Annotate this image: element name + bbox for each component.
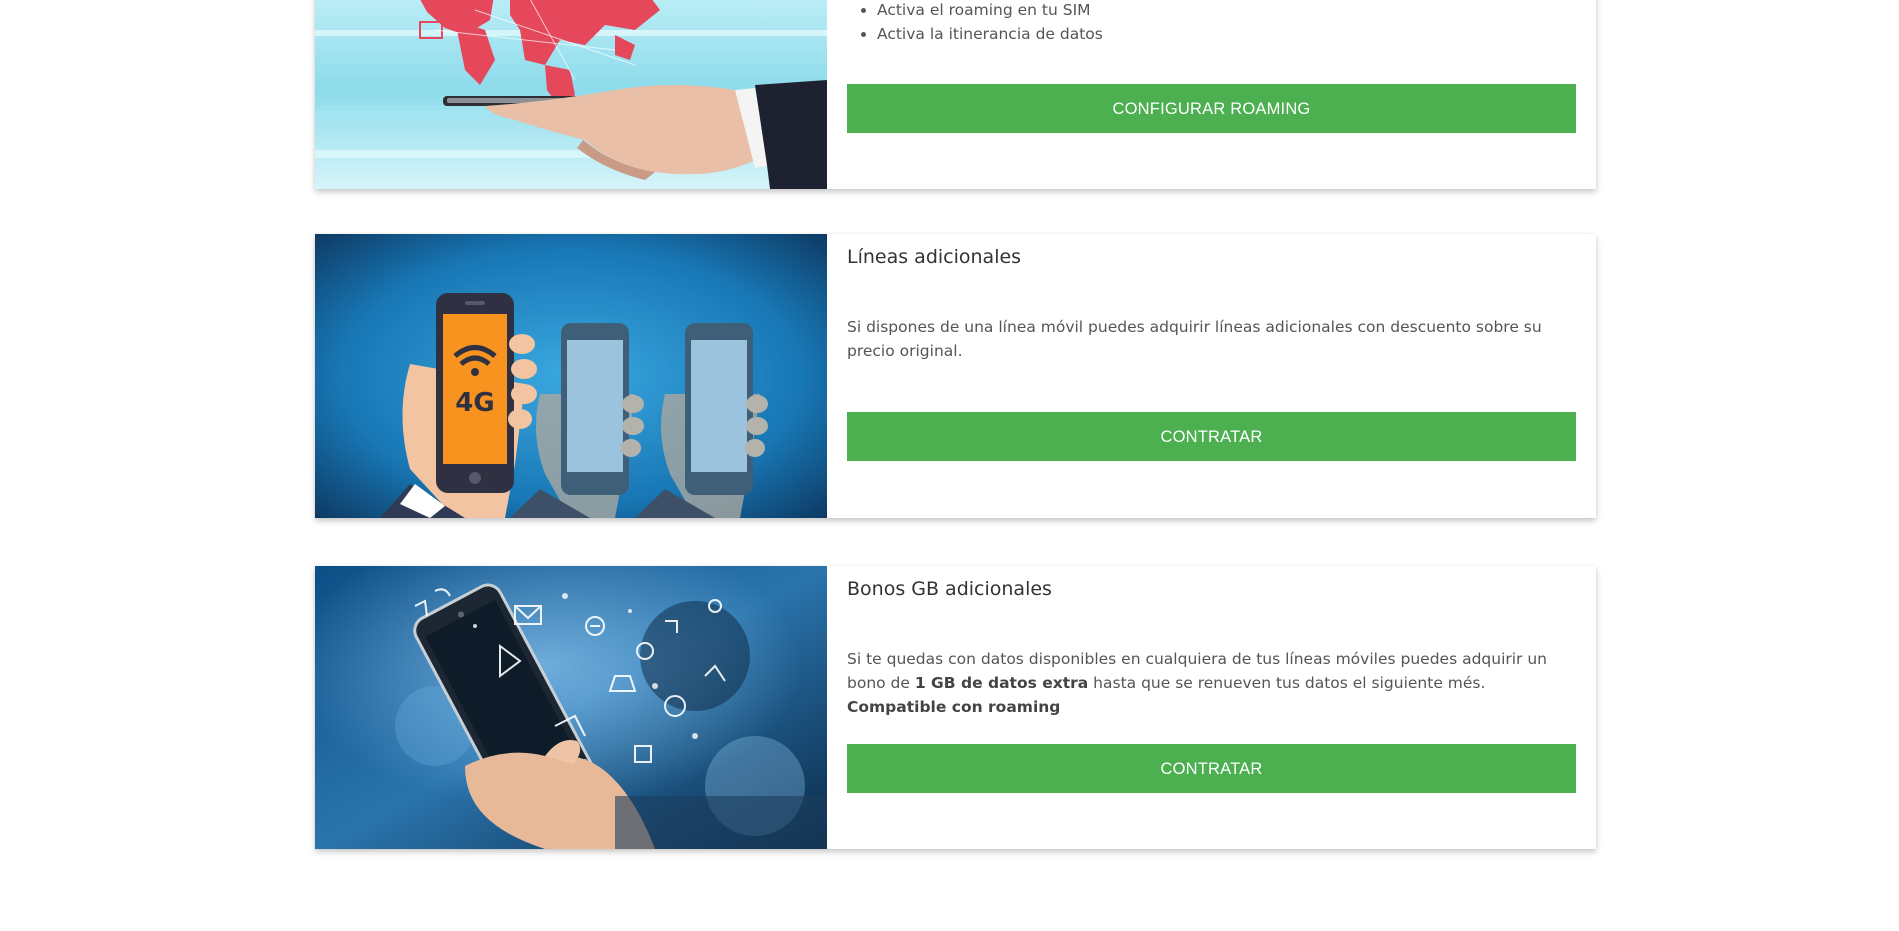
page: Activa el roaming en tu SIM Activa la it…: [0, 0, 1899, 931]
roaming-compatible-highlight: Compatible con roaming: [847, 698, 1061, 716]
list-item: Activa el roaming en tu SIM: [877, 0, 1103, 22]
card-description: Si te quedas con datos disponibles en cu…: [847, 647, 1576, 719]
contract-gb-button[interactable]: CONTRATAR: [847, 744, 1576, 793]
additional-lines-card: 4G Líneas adicionales Si dispones de una…: [315, 234, 1596, 518]
additional-lines-image: 4G: [315, 234, 827, 518]
roaming-steps-list: Activa el roaming en tu SIM Activa la it…: [847, 0, 1103, 46]
roaming-card-body: Activa el roaming en tu SIM Activa la it…: [827, 0, 1596, 189]
roaming-image: [315, 0, 827, 189]
description-highlight: 1 GB de datos extra: [914, 674, 1089, 692]
card-title: Bonos GB adicionales: [847, 578, 1052, 600]
card-description: Si dispones de una línea móvil puedes ad…: [847, 318, 1542, 360]
additional-lines-card-body: Líneas adicionales Si dispones de una lí…: [827, 234, 1596, 518]
extra-gb-card-body: Bonos GB adicionales Si te quedas con da…: [827, 566, 1596, 849]
configure-roaming-button[interactable]: CONFIGURAR ROAMING: [847, 84, 1576, 133]
extra-gb-card: Bonos GB adicionales Si te quedas con da…: [315, 566, 1596, 849]
4g-label: 4G: [455, 388, 494, 418]
roaming-card: Activa el roaming en tu SIM Activa la it…: [315, 0, 1596, 189]
description-text: hasta que se renueven tus datos el sigui…: [1088, 674, 1486, 692]
card-title: Líneas adicionales: [847, 246, 1022, 268]
smartphone-apps-icon: [315, 566, 827, 849]
extra-gb-image: [315, 566, 827, 849]
list-item: Activa la itinerancia de datos: [877, 22, 1103, 46]
world-phone-icon: [315, 0, 827, 189]
phones-4g-icon: 4G: [315, 234, 827, 518]
contract-lines-button[interactable]: CONTRATAR: [847, 412, 1576, 461]
